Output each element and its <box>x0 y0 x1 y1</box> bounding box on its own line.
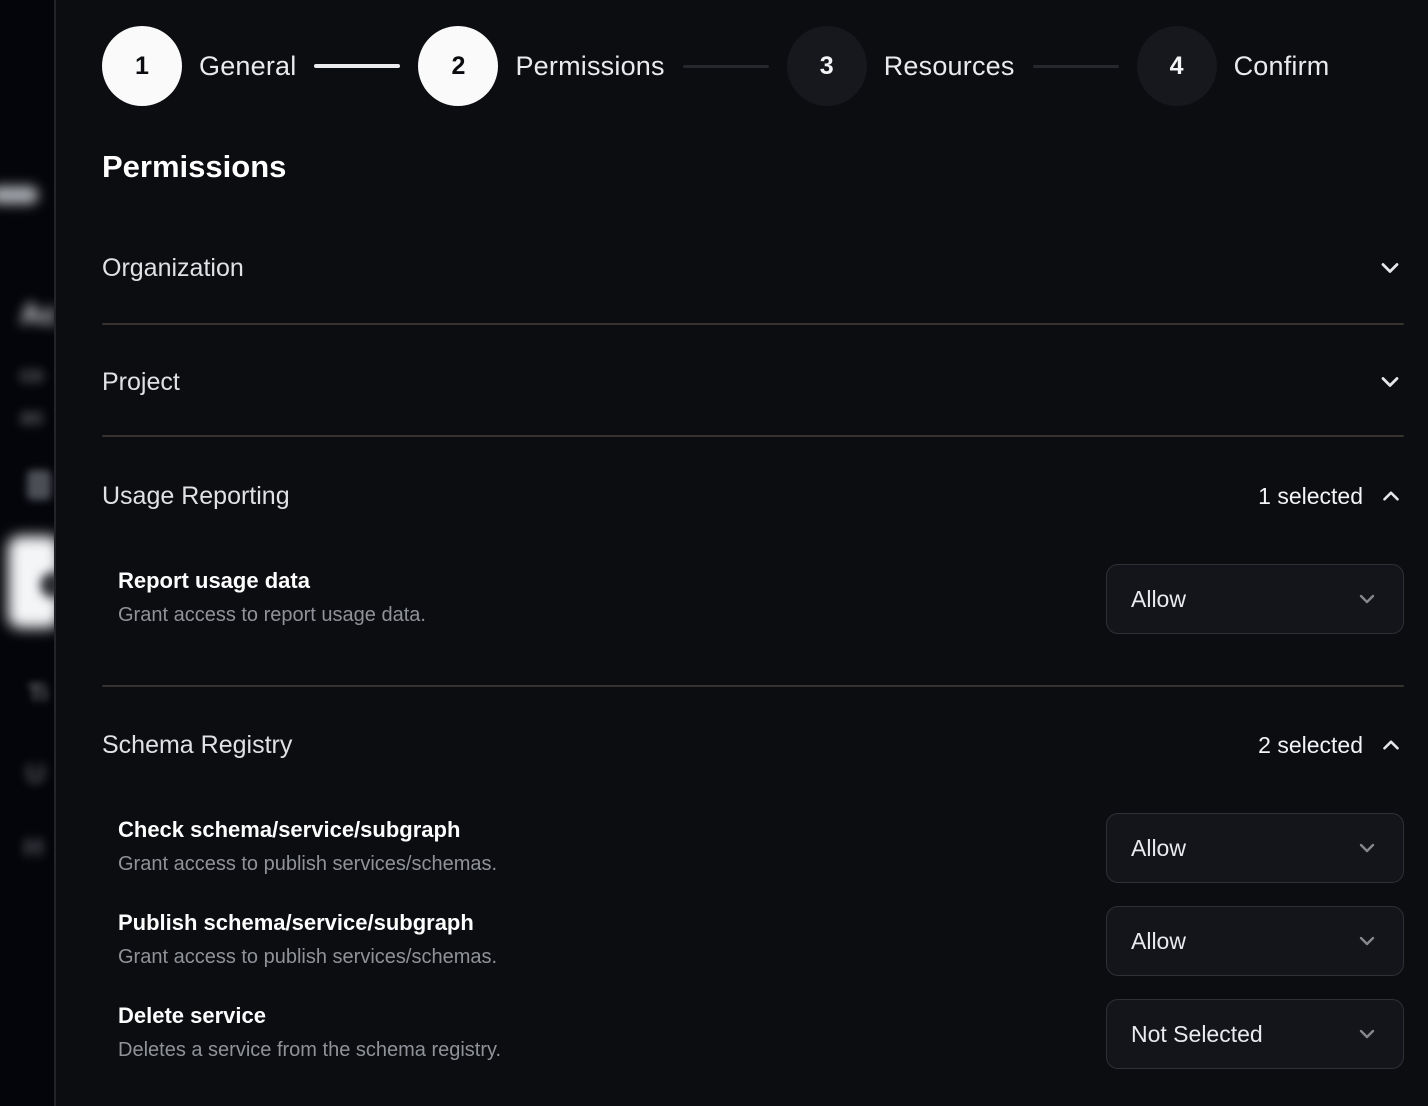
step-number-circle[interactable]: 2 <box>418 26 498 106</box>
permission-title: Delete service <box>118 1003 501 1029</box>
step-resources[interactable]: 3 Resources <box>787 26 1015 106</box>
permission-row: Publish schema/service/subgraph Grant ac… <box>102 906 1404 976</box>
step-general[interactable]: 1 General <box>102 26 296 106</box>
app-layout: Ac co as Ti U H 1 General 2 Permissions … <box>0 0 1428 1106</box>
selected-value: Allow <box>1131 835 1186 862</box>
step-label: Permissions <box>515 51 664 82</box>
sidebar-blurred-badge <box>0 186 38 204</box>
sidebar-blurred-text: U <box>26 758 45 789</box>
permission-title: Report usage data <box>118 568 426 594</box>
permission-select[interactable]: Allow <box>1106 906 1404 976</box>
step-label: Confirm <box>1234 51 1330 82</box>
page-title: Permissions <box>102 148 1404 185</box>
section-project[interactable]: Project <box>102 365 1404 399</box>
permission-description: Deletes a service from the schema regist… <box>118 1039 501 1062</box>
permission-row: Check schema/service/subgraph Grant acce… <box>102 813 1404 883</box>
chevron-up-icon[interactable] <box>1378 483 1404 509</box>
permission-rows: Check schema/service/subgraph Grant acce… <box>102 813 1404 1069</box>
permission-description: Grant access to report usage data. <box>118 604 426 627</box>
sidebar-blurred-text: co <box>20 362 43 388</box>
permission-text: Delete service Deletes a service from th… <box>102 999 501 1062</box>
step-confirm[interactable]: 4 Confirm <box>1137 26 1330 106</box>
permission-text: Publish schema/service/subgraph Grant ac… <box>102 906 497 969</box>
selected-value: Allow <box>1131 586 1186 613</box>
step-connector <box>1033 65 1119 68</box>
chevron-down-icon[interactable] <box>1376 368 1404 396</box>
selected-value: Allow <box>1131 928 1186 955</box>
section-divider <box>102 323 1404 325</box>
permission-row: Delete service Deletes a service from th… <box>102 999 1404 1069</box>
chevron-up-icon[interactable] <box>1378 732 1404 758</box>
sidebar-blurred-text: Ac <box>20 298 56 332</box>
step-label: General <box>199 51 296 82</box>
chevron-down-icon <box>1355 1022 1379 1046</box>
permission-text: Report usage data Grant access to report… <box>102 564 426 627</box>
permission-text: Check schema/service/subgraph Grant acce… <box>102 813 497 876</box>
section-organization[interactable]: Organization <box>102 251 1404 285</box>
sidebar-blurred-text: Ti <box>28 680 47 708</box>
step-permissions[interactable]: 2 Permissions <box>418 26 664 106</box>
section-usage-reporting[interactable]: Usage Reporting 1 selected <box>102 479 1404 513</box>
create-wizard-panel: 1 General 2 Permissions 3 Resources 4 Co… <box>56 0 1428 1106</box>
step-connector <box>683 65 769 68</box>
permission-select[interactable]: Allow <box>1106 813 1404 883</box>
section-selected-toggle[interactable]: 2 selected <box>1258 732 1404 759</box>
chevron-down-icon <box>1355 929 1379 953</box>
sidebar-blurred-icon <box>27 470 51 500</box>
step-number-circle[interactable]: 4 <box>1137 26 1217 106</box>
selected-count: 2 selected <box>1258 732 1363 759</box>
selected-count: 1 selected <box>1258 483 1363 510</box>
permission-row: Report usage data Grant access to report… <box>102 564 1404 634</box>
permission-title: Check schema/service/subgraph <box>118 817 497 843</box>
sidebar-blurred-text: H <box>24 832 43 863</box>
permission-description: Grant access to publish services/schemas… <box>118 853 497 876</box>
step-number-circle[interactable]: 3 <box>787 26 867 106</box>
selected-value: Not Selected <box>1131 1021 1263 1048</box>
chevron-down-icon <box>1355 836 1379 860</box>
permission-description: Grant access to publish services/schemas… <box>118 946 497 969</box>
chevron-down-icon <box>1355 587 1379 611</box>
step-label: Resources <box>884 51 1015 82</box>
blurred-sidebar: Ac co as Ti U H <box>0 0 56 1106</box>
section-title: Schema Registry <box>102 731 292 760</box>
section-selected-toggle[interactable]: 1 selected <box>1258 483 1404 510</box>
section-title: Project <box>102 368 180 397</box>
chevron-down-icon[interactable] <box>1376 254 1404 282</box>
section-title: Usage Reporting <box>102 482 290 511</box>
permission-select[interactable]: Not Selected <box>1106 999 1404 1069</box>
section-title: Organization <box>102 254 244 283</box>
section-schema-registry[interactable]: Schema Registry 2 selected <box>102 728 1404 762</box>
wizard-stepper: 1 General 2 Permissions 3 Resources 4 Co… <box>102 26 1404 106</box>
permission-select[interactable]: Allow <box>1106 564 1404 634</box>
section-divider <box>102 685 1404 687</box>
step-number-circle[interactable]: 1 <box>102 26 182 106</box>
section-divider <box>102 435 1404 437</box>
step-connector <box>314 64 400 68</box>
permission-title: Publish schema/service/subgraph <box>118 910 497 936</box>
sidebar-blurred-text: as <box>20 404 43 430</box>
